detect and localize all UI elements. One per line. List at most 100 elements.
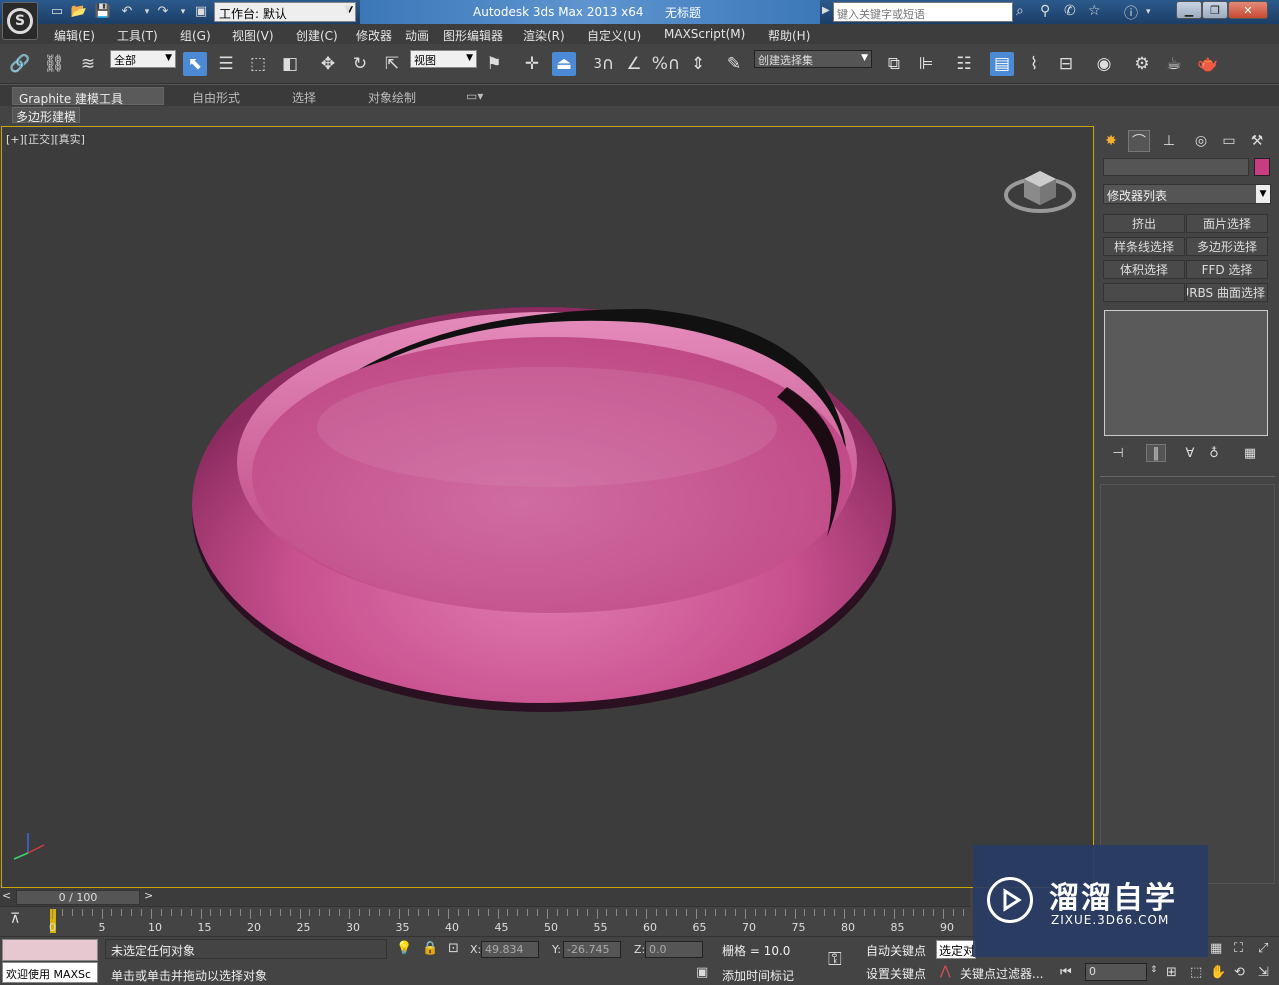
tab-graphite-modeling[interactable]: Graphite 建模工具: [12, 87, 164, 106]
ribbon-options-icon[interactable]: ▭▾: [460, 87, 489, 105]
link-icon[interactable]: 🔗: [8, 52, 32, 76]
search-input[interactable]: 键入关键字或短语: [833, 2, 1013, 22]
edit-named-selection-icon[interactable]: ✎: [722, 52, 746, 76]
rectangular-selection-icon[interactable]: ⬚: [246, 52, 270, 76]
absolute-transform-icon[interactable]: ⊡: [448, 941, 459, 956]
make-unique-icon[interactable]: ∀: [1180, 444, 1200, 462]
pivot-center-icon[interactable]: ⚑: [482, 52, 506, 76]
modify-panel-icon[interactable]: ⌒: [1128, 130, 1150, 152]
time-tag-icon[interactable]: ▣: [696, 965, 708, 980]
menu-create[interactable]: 创建(C): [296, 27, 338, 44]
viewcube-icon[interactable]: [1002, 157, 1078, 217]
render-setup-icon[interactable]: ⚙: [1130, 52, 1154, 76]
align-icon[interactable]: ⊫: [914, 52, 938, 76]
menu-tools[interactable]: 工具(T): [117, 27, 158, 44]
key-search-icon[interactable]: ⚲: [1040, 3, 1050, 19]
zoom-extents-selected-icon[interactable]: ⊞: [1166, 965, 1177, 980]
add-time-tag[interactable]: 添加时间标记: [722, 967, 794, 984]
y-coordinate-field[interactable]: -26.745: [563, 941, 621, 958]
object-name-field[interactable]: [1103, 158, 1249, 176]
field-of-view-icon[interactable]: ⬚: [1190, 965, 1202, 980]
mirror-icon[interactable]: ⧉: [882, 52, 906, 76]
layer-manager-icon[interactable]: ☷: [952, 52, 976, 76]
rendered-frame-window-icon[interactable]: ☕: [1162, 52, 1186, 76]
workspace-expand-icon[interactable]: ▼: [344, 4, 352, 15]
keyboard-shortcut-override-icon[interactable]: ⏏: [552, 52, 576, 76]
reference-coordinate-dropdown[interactable]: 视图 ▼: [410, 50, 477, 68]
menu-modifiers[interactable]: 修改器: [356, 27, 392, 44]
time-slider[interactable]: 0 / 100: [16, 890, 140, 905]
menu-group[interactable]: 组(G): [180, 27, 211, 44]
graphite-toggle-icon[interactable]: ▤: [990, 52, 1014, 76]
select-and-move-icon[interactable]: ✥: [316, 52, 340, 76]
select-object-icon[interactable]: ⬉: [183, 52, 207, 76]
pan-view-icon[interactable]: ✋: [1210, 965, 1226, 980]
window-crossing-icon[interactable]: ◧: [278, 52, 302, 76]
tab-object-paint[interactable]: 对象绘制: [362, 87, 422, 105]
modifier-button-spline-select[interactable]: 样条线选择: [1103, 237, 1185, 256]
select-and-scale-icon[interactable]: ⇱: [380, 52, 404, 76]
show-end-result-icon[interactable]: ‖: [1146, 444, 1166, 462]
spinner-snap-icon[interactable]: ⇕: [686, 52, 710, 76]
pink-dish-object[interactable]: [187, 287, 897, 717]
help-dropdown-icon[interactable]: ▾: [1146, 7, 1151, 17]
save-icon[interactable]: 💾: [94, 3, 112, 20]
configure-modifier-sets-icon[interactable]: ▦: [1240, 444, 1260, 462]
named-selection-dropdown[interactable]: 创建选择集 ▼: [754, 50, 872, 68]
maxscript-mini-listener[interactable]: [2, 939, 98, 961]
select-and-manipulate-icon[interactable]: ✛: [520, 52, 544, 76]
unlink-icon[interactable]: ⛓: [42, 52, 66, 76]
select-and-rotate-icon[interactable]: ↻: [348, 52, 372, 76]
tab-selection[interactable]: 选择: [286, 87, 322, 105]
display-panel-icon[interactable]: ▭: [1218, 130, 1240, 152]
time-slider-prev-icon[interactable]: <: [2, 889, 11, 902]
object-color-swatch[interactable]: [1254, 158, 1270, 176]
maxscript-listener-field[interactable]: 欢迎使用 MAXSc: [2, 962, 98, 983]
modifier-button-poly-select[interactable]: 多边形选择: [1186, 237, 1268, 256]
perspective-viewport[interactable]: [+][正交][真实]: [1, 126, 1094, 888]
current-frame-field[interactable]: 0: [1085, 963, 1147, 981]
z-coordinate-field[interactable]: 0.0: [645, 941, 703, 958]
key-filters-button[interactable]: 关键点过滤器...: [960, 965, 1043, 985]
utilities-panel-icon[interactable]: ⚒: [1246, 130, 1268, 152]
close-button[interactable]: ✕: [1228, 1, 1268, 19]
bind-space-warp-icon[interactable]: ≋: [76, 52, 100, 76]
material-editor-icon[interactable]: ◉: [1092, 52, 1116, 76]
menu-view[interactable]: 视图(V): [232, 27, 274, 44]
set-key-icon[interactable]: ⚿: [828, 949, 842, 970]
maximize-button[interactable]: ❐: [1202, 1, 1228, 19]
modifier-button-extrude[interactable]: 挤出: [1103, 214, 1185, 233]
communication-center-icon[interactable]: ✆: [1064, 3, 1076, 19]
menu-maxscript[interactable]: MAXScript(M): [664, 27, 745, 41]
modifier-list-dropdown[interactable]: 修改器列表 ▼: [1103, 184, 1271, 204]
selection-lock-icon[interactable]: 🔒: [422, 941, 438, 956]
binoculars-icon[interactable]: ⌕: [1016, 3, 1024, 19]
minimize-button[interactable]: ▁: [1176, 1, 1202, 19]
pin-stack-icon[interactable]: ⊣: [1108, 444, 1128, 462]
menu-rendering[interactable]: 渲染(R): [523, 27, 565, 44]
workspace-dropdown[interactable]: 工作台: 默认 ▼: [214, 2, 356, 22]
hierarchy-panel-icon[interactable]: ⊥: [1158, 130, 1180, 152]
create-panel-icon[interactable]: ✸: [1100, 130, 1122, 152]
maximize-toggle-icon[interactable]: ⇲: [1258, 965, 1269, 980]
open-file-icon[interactable]: 📂: [70, 3, 88, 20]
application-button[interactable]: S: [2, 2, 38, 40]
render-production-icon[interactable]: 🫖: [1196, 52, 1220, 76]
modifier-button-empty[interactable]: [1103, 283, 1185, 302]
motion-panel-icon[interactable]: ◎: [1190, 130, 1212, 152]
help-icon[interactable]: ⓘ: [1124, 3, 1138, 23]
key-mode-dropdown[interactable]: 选定对: [936, 940, 976, 959]
frame-spinner-icon[interactable]: ⇕: [1150, 965, 1158, 975]
mini-curve-editor-icon[interactable]: ⊼: [10, 911, 20, 927]
favorites-star-icon[interactable]: ☆: [1088, 3, 1101, 19]
angle-snap-icon[interactable]: ∠: [622, 52, 646, 76]
modifier-button-ffd-select[interactable]: FFD 选择: [1186, 260, 1268, 279]
orbit-icon[interactable]: ⟲: [1234, 965, 1245, 980]
undo-icon[interactable]: ↶: [118, 3, 136, 20]
tab-polygon-modeling[interactable]: 多边形建模: [12, 107, 81, 124]
modifier-button-volume-select[interactable]: 体积选择: [1103, 260, 1185, 279]
new-file-icon[interactable]: ▭: [48, 3, 66, 20]
menu-animation[interactable]: 动画: [405, 27, 429, 44]
menu-edit[interactable]: 编辑(E): [54, 27, 95, 44]
menu-help[interactable]: 帮助(H): [768, 27, 810, 44]
